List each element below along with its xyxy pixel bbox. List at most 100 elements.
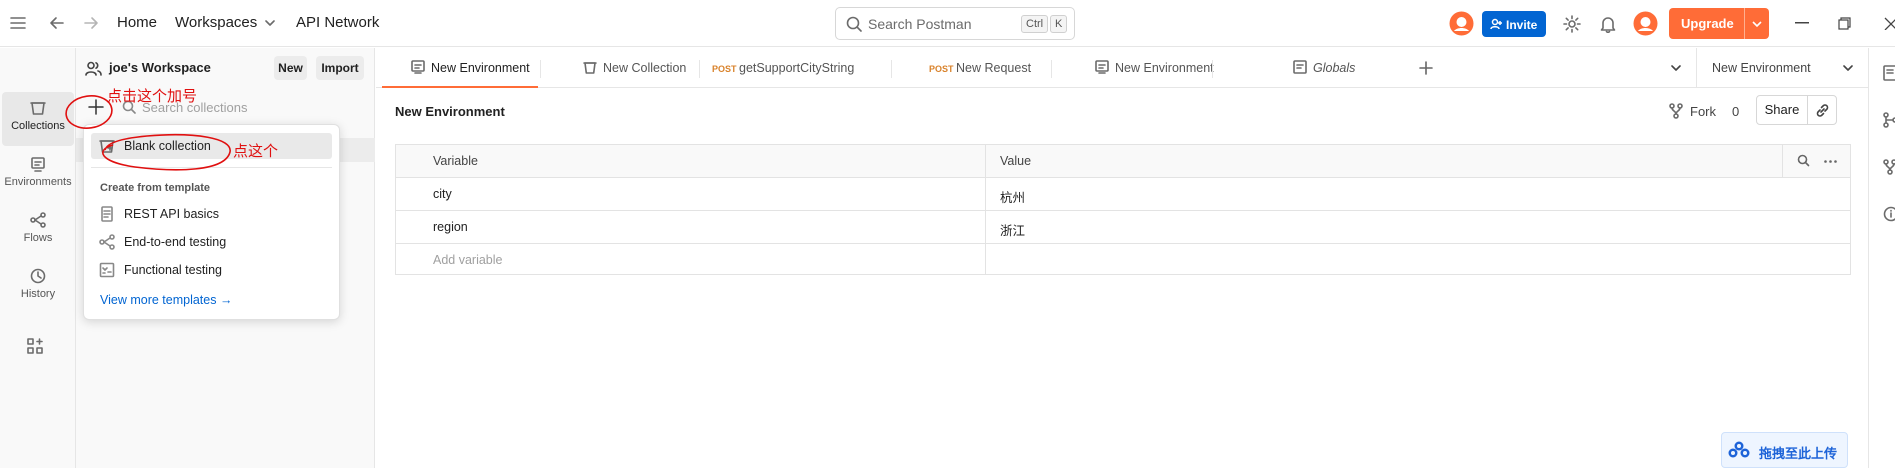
globals-icon xyxy=(1293,60,1307,74)
fork-count: 0 xyxy=(1732,104,1740,119)
more-options-icon[interactable] xyxy=(1824,160,1837,163)
search-icon xyxy=(846,16,862,32)
tab-label: New Environment xyxy=(1115,61,1214,75)
tab-new-collection[interactable]: New Collection xyxy=(542,48,697,88)
upload-label: 拖拽至此上传 xyxy=(1759,446,1838,461)
rail-item-flows[interactable]: Flows xyxy=(2,204,74,258)
chevron-down-icon[interactable] xyxy=(1752,20,1762,28)
copy-link-button[interactable] xyxy=(1807,95,1837,125)
minimize-window-icon[interactable] xyxy=(1795,22,1809,24)
table-row-add[interactable]: Add variable xyxy=(396,244,1850,277)
end-to-end-template-icon xyxy=(99,234,115,250)
cloud-upload-icon xyxy=(1728,440,1750,460)
workspaces-label: Workspaces xyxy=(175,14,258,31)
workspaces-menu[interactable]: Workspaces xyxy=(175,14,276,31)
tab-separator xyxy=(1051,60,1052,78)
column-header-value: Value xyxy=(1000,154,1032,168)
environment-selector-label[interactable]: New Environment xyxy=(1712,61,1811,75)
tab-label: New Request xyxy=(956,61,1032,75)
rail-item-history[interactable]: History xyxy=(2,260,74,314)
flows-icon xyxy=(2,212,74,228)
environment-icon xyxy=(1095,60,1109,74)
restore-window-icon[interactable] xyxy=(1838,17,1851,30)
tab-bar-divider xyxy=(1696,48,1697,88)
forward-arrow-icon[interactable] xyxy=(83,15,99,31)
view-more-templates-link[interactable]: View more templates → xyxy=(100,293,232,307)
add-variable-placeholder[interactable]: Add variable xyxy=(433,253,503,267)
info-icon[interactable] xyxy=(1883,206,1895,222)
tab-separator xyxy=(891,60,892,78)
back-arrow-icon[interactable] xyxy=(49,15,65,31)
environment-selector-chevron-icon[interactable] xyxy=(1843,64,1853,72)
tab-label: New Environment xyxy=(431,61,530,75)
rail-item-label: Flows xyxy=(23,232,53,244)
tab-separator xyxy=(540,60,541,78)
kbd-ctrl: Ctrl xyxy=(1021,15,1049,33)
api-network-link[interactable]: API Network xyxy=(296,14,379,31)
home-link[interactable]: Home xyxy=(117,14,157,31)
new-tab-plus-icon[interactable] xyxy=(1419,61,1433,75)
gear-icon[interactable] xyxy=(1563,15,1581,33)
column-header-variable: Variable xyxy=(433,154,478,168)
menu-item-functional-testing[interactable]: Functional testing xyxy=(91,257,332,283)
new-button[interactable]: New xyxy=(274,56,307,80)
bell-icon[interactable] xyxy=(1600,15,1616,33)
variable-cell[interactable]: city xyxy=(433,187,452,201)
tab-separator xyxy=(1212,60,1213,78)
environment-title[interactable]: New Environment xyxy=(395,104,505,119)
value-cell[interactable]: 杭州 xyxy=(1000,187,1025,206)
tab-get-support-city-string[interactable]: POST getSupportCityString xyxy=(701,48,866,88)
invite-label: Invite xyxy=(1506,18,1538,32)
fork-info-icon[interactable] xyxy=(1883,159,1895,175)
tabs-overflow-chevron-icon[interactable] xyxy=(1671,64,1681,72)
menu-item-end-to-end-testing[interactable]: End-to-end testing xyxy=(91,229,332,255)
environment-icon xyxy=(411,60,425,74)
variables-table: Variable Value city 杭州 region 浙江 Add var… xyxy=(395,144,1851,275)
link-icon xyxy=(1815,103,1830,118)
column-divider xyxy=(985,145,986,274)
top-bar: Home Workspaces API Network Search Postm… xyxy=(0,0,1895,47)
search-icon[interactable] xyxy=(1797,154,1810,167)
rest-api-template-icon xyxy=(99,206,115,222)
tab-bar: New Environment New Collection POST getS… xyxy=(376,48,1895,88)
hamburger-menu-icon[interactable] xyxy=(10,16,26,30)
table-header: Variable Value xyxy=(396,145,1850,178)
profile-avatar-icon[interactable] xyxy=(1633,11,1658,36)
share-button[interactable]: Share xyxy=(1756,95,1808,125)
http-method-badge: POST xyxy=(712,64,737,74)
workspace-users-icon xyxy=(85,61,102,76)
workspace-name[interactable]: joe's Workspace xyxy=(109,60,211,75)
invite-button[interactable]: Invite xyxy=(1482,11,1546,37)
history-icon xyxy=(2,268,74,284)
menu-item-rest-api-basics[interactable]: REST API basics xyxy=(91,201,332,227)
upgrade-button[interactable]: Upgrade xyxy=(1669,8,1769,39)
variable-cell[interactable]: region xyxy=(433,220,468,234)
tab-new-request[interactable]: POST New Request xyxy=(893,48,1048,88)
git-branch-icon[interactable] xyxy=(1883,112,1895,128)
collection-icon xyxy=(583,60,597,74)
fork-icon[interactable] xyxy=(1669,103,1683,119)
tab-separator xyxy=(699,60,700,78)
tab-new-environment-2[interactable]: New Environment xyxy=(1053,48,1214,88)
table-row[interactable]: region 浙江 xyxy=(396,211,1850,244)
functional-testing-template-icon xyxy=(99,262,115,278)
fork-label[interactable]: Fork xyxy=(1690,104,1716,119)
value-cell[interactable]: 浙江 xyxy=(1000,220,1025,239)
global-search-input[interactable]: Search Postman Ctrl K xyxy=(835,7,1075,40)
documentation-icon[interactable] xyxy=(1883,65,1895,81)
tab-label: Globals xyxy=(1313,61,1356,75)
avatar-icon[interactable] xyxy=(1449,11,1474,36)
menu-item-label: Functional testing xyxy=(124,263,222,277)
configure-sidebar-icon[interactable] xyxy=(27,338,43,354)
tab-new-environment[interactable]: New Environment xyxy=(382,48,538,88)
tab-globals[interactable]: Globals xyxy=(1214,48,1369,88)
annotation-plus-hint: 点击这个加号 xyxy=(107,87,198,105)
chevron-down-icon xyxy=(265,19,276,27)
import-button[interactable]: Import xyxy=(316,56,364,80)
http-method-badge: POST xyxy=(929,64,954,74)
drag-upload-widget[interactable]: 拖拽至此上传 xyxy=(1721,432,1848,468)
close-window-icon[interactable] xyxy=(1884,17,1895,30)
menu-item-label: End-to-end testing xyxy=(124,235,227,249)
kbd-k: K xyxy=(1050,15,1068,33)
table-row[interactable]: city 杭州 xyxy=(396,178,1850,211)
